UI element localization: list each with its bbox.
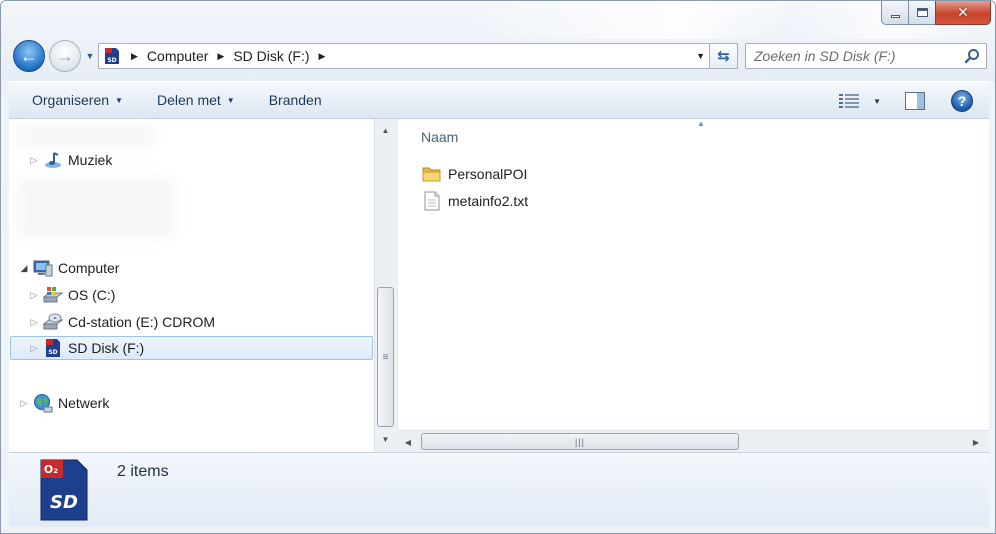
blurred-region [15, 177, 175, 239]
tree-item-label: Cd-station (E:) CDROM [68, 314, 216, 330]
forward-arrow-icon: → [56, 45, 74, 66]
svg-text:SD: SD [48, 349, 57, 356]
refresh-icon: ⇆ [717, 48, 730, 65]
scroll-right-arrow-icon[interactable]: ▶ [967, 433, 985, 451]
burn-label: Branden [268, 92, 322, 108]
scroll-down-arrow-icon[interactable]: ▼ [375, 430, 396, 448]
share-with-button[interactable]: Delen met ▼ [147, 86, 245, 114]
file-list[interactable]: ▲ Naam PersonalPOI metainfo2.txt [397, 119, 989, 452]
navpane-vertical-scrollbar[interactable]: ▲ ≡ ▼ [374, 119, 396, 452]
burn-button[interactable]: Branden [259, 86, 332, 114]
folder-icon [422, 164, 442, 184]
close-icon: ✕ [957, 4, 969, 20]
scrollbar-thumb[interactable]: ||| [421, 433, 739, 450]
svg-text:O₂: O₂ [44, 463, 58, 476]
tree-item-computer[interactable]: ◢ Computer [19, 256, 119, 280]
maximize-button[interactable] [908, 1, 935, 25]
command-bar: Organiseren ▼ Delen met ▼ Branden ▼ ? [9, 81, 989, 119]
tree-item-os-drive[interactable]: ▷ OS (C:) [29, 283, 115, 307]
chevron-down-icon: ▼ [115, 95, 123, 105]
change-view-icon[interactable] [839, 92, 860, 110]
sort-ascending-icon: ▲ [697, 119, 705, 128]
tree-item-label: OS (C:) [68, 287, 116, 303]
chevron-down-icon: ▼ [226, 95, 235, 105]
computer-icon [33, 258, 53, 278]
caption-buttons: ✕ [881, 1, 991, 25]
expand-arrow-icon[interactable]: ▷ [19, 398, 29, 409]
file-row-folder[interactable]: PersonalPOI [422, 162, 527, 186]
minimize-icon [890, 14, 900, 18]
breadcrumb-chevron-icon[interactable]: ▶ [217, 51, 224, 62]
column-header: ▲ Naam [398, 119, 990, 153]
toolbar-right: ▼ ? [839, 90, 973, 112]
filelist-horizontal-scrollbar[interactable]: ◀ ||| ▶ [397, 430, 989, 452]
tree-item-cdrom[interactable]: ▷ Cd-station (E:) CDROM [29, 310, 215, 334]
expand-arrow-icon[interactable]: ▷ [29, 343, 39, 354]
file-name: PersonalPOI [448, 166, 528, 182]
tree-item-music[interactable]: ▷ Muziek [29, 148, 112, 172]
window-chrome [1, 1, 995, 81]
sd-card-icon: SD [43, 338, 63, 358]
back-button[interactable]: ← [13, 40, 45, 72]
cdrom-icon [43, 312, 63, 332]
file-name: metainfo2.txt [448, 193, 529, 209]
expand-arrow-icon[interactable]: ▷ [29, 317, 39, 328]
back-arrow-icon: ← [20, 45, 38, 66]
view-options-chevron-icon[interactable]: ▼ [873, 97, 881, 106]
blurred-region [15, 125, 155, 147]
minimize-button[interactable] [881, 1, 908, 25]
music-icon [43, 150, 63, 170]
scroll-up-arrow-icon[interactable]: ▲ [375, 121, 396, 139]
search-input[interactable] [754, 48, 959, 64]
tree-item-label: SD Disk (F:) [68, 340, 145, 356]
recent-pages-dropdown[interactable]: ▼ [84, 48, 96, 64]
search-box[interactable] [745, 43, 987, 69]
item-count: 2 items [117, 463, 169, 480]
svg-text:SD: SD [50, 492, 78, 513]
forward-button[interactable]: → [49, 40, 81, 72]
organise-button[interactable]: Organiseren ▼ [22, 86, 133, 114]
share-with-label: Delen met [156, 92, 221, 108]
address-bar[interactable]: SD ▶ Computer ▶ SD Disk (F:) ▶ ▼ [98, 43, 710, 69]
scroll-left-arrow-icon[interactable]: ◀ [399, 433, 417, 451]
text-file-icon [422, 191, 442, 211]
expand-arrow-icon[interactable]: ▷ [29, 290, 39, 301]
network-icon [33, 393, 53, 413]
sd-card-large-icon: O₂ SD [40, 459, 88, 521]
tree-item-sd-disk[interactable]: ▷ SD SD Disk (F:) [10, 336, 373, 360]
tree-item-label: Muziek [68, 152, 113, 168]
organise-label: Organiseren [32, 92, 110, 108]
search-icon[interactable] [964, 48, 980, 64]
breadcrumb-computer[interactable]: Computer [147, 48, 208, 64]
collapse-arrow-icon[interactable]: ◢ [19, 263, 29, 274]
breadcrumb-chevron-icon[interactable]: ▶ [131, 51, 138, 62]
expand-arrow-icon[interactable]: ▷ [29, 155, 39, 166]
preview-pane-icon[interactable] [905, 92, 925, 110]
close-button[interactable]: ✕ [935, 1, 991, 25]
svg-text:SD: SD [107, 57, 116, 64]
refresh-button[interactable]: ⇆ [710, 43, 738, 69]
tree-item-network[interactable]: ▷ Netwerk [19, 391, 109, 415]
tree-item-label: Computer [58, 260, 120, 276]
tree-item-label: Netwerk [58, 395, 110, 411]
breadcrumb-sd-disk[interactable]: SD Disk (F:) [233, 48, 309, 64]
scrollbar-thumb[interactable]: ≡ [377, 287, 394, 427]
help-icon[interactable]: ? [951, 90, 973, 112]
column-name-header[interactable]: Naam [421, 129, 458, 145]
navigation-pane[interactable]: ▷ Muziek ◢ Computer ▷ OS (C:) ▷ Cd-stati… [9, 119, 374, 452]
drive-os-icon [43, 285, 63, 305]
address-history-dropdown-icon[interactable]: ▼ [696, 51, 705, 61]
chevron-down-icon: ▼ [85, 51, 95, 61]
maximize-icon [916, 8, 928, 17]
sd-card-icon: SD [105, 48, 119, 64]
explorer-window: ✕ ← → ▼ SD ▶ Computer ▶ SD Disk (F:) ▶ ▼… [0, 0, 996, 534]
file-row-text[interactable]: metainfo2.txt [422, 189, 528, 213]
breadcrumb-chevron-icon[interactable]: ▶ [319, 51, 326, 62]
details-pane: O₂ SD 2 items [9, 452, 989, 527]
